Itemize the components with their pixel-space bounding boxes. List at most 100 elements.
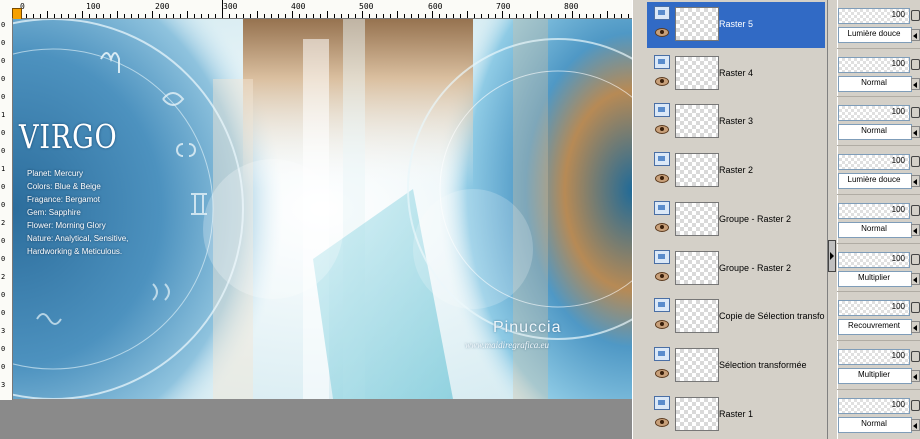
ruler-label: 0 [1, 147, 6, 155]
layer-group-icon[interactable] [654, 152, 670, 167]
lock-icon[interactable] [911, 399, 920, 411]
layer-thumbnail [675, 201, 719, 236]
blend-mode-select[interactable]: Multiplier [838, 367, 912, 384]
eye-icon[interactable] [655, 271, 669, 281]
layer-row[interactable]: Groupe - Raster 2 [637, 195, 827, 243]
lock-icon[interactable] [911, 58, 920, 70]
layer-row[interactable]: Sélection transformée [637, 341, 827, 389]
layer-thumbnail [675, 104, 719, 139]
layer-row[interactable]: Raster 1 [637, 390, 827, 438]
lock-icon[interactable] [911, 10, 920, 21]
blend-arrow-icon[interactable] [911, 126, 920, 139]
layer-row-body[interactable]: Groupe - Raster 2 [647, 197, 825, 243]
layer-group-icon[interactable] [654, 249, 670, 264]
eye-icon[interactable] [655, 76, 669, 86]
blend-mode-select[interactable]: Normal [838, 75, 912, 92]
layer-group-icon[interactable] [654, 54, 670, 69]
layer-row[interactable]: Raster 3 [637, 97, 827, 145]
lock-icon[interactable] [911, 302, 920, 314]
layer-row-body[interactable]: Raster 3 [647, 99, 825, 145]
image-workspace: 0 100 200 300 400 500 600 700 800 00000100100200… [0, 0, 636, 439]
blend-arrow-icon[interactable] [911, 321, 920, 334]
blend-arrow-icon[interactable] [911, 77, 920, 90]
layer-row-body[interactable]: Raster 4 [647, 51, 825, 97]
eye-icon[interactable] [655, 125, 669, 135]
layer-row-body[interactable]: Groupe - Raster 2 [647, 246, 825, 292]
blend-mode-label: Normal [861, 223, 887, 233]
image-canvas[interactable]: VIRGO Planet: Mercury Colors: Blue & Bei… [13, 19, 633, 399]
row-separator [837, 47, 920, 49]
layer-properties: 100 Multiplier [837, 244, 920, 292]
eye-icon[interactable] [655, 174, 669, 184]
blend-mode-select[interactable]: Normal [838, 416, 912, 433]
opacity-field[interactable]: 100 [838, 251, 910, 268]
eye-icon[interactable] [655, 368, 669, 378]
opacity-field[interactable]: 100 [838, 202, 910, 219]
eye-icon[interactable] [655, 417, 669, 427]
eye-icon[interactable] [655, 320, 669, 330]
ruler-tick [271, 14, 272, 18]
opacity-field[interactable]: 100 [838, 348, 910, 365]
layer-row[interactable]: Raster 2 [637, 146, 827, 194]
blend-arrow-icon[interactable] [911, 29, 920, 41]
eye-icon[interactable] [655, 28, 669, 37]
layer-group-icon[interactable] [654, 346, 670, 361]
lock-icon[interactable] [911, 107, 920, 119]
blend-arrow-icon[interactable] [911, 369, 920, 382]
opacity-field[interactable]: 100 [838, 300, 910, 317]
opacity-field[interactable]: 100 [838, 397, 910, 414]
opacity-field[interactable]: 100 [838, 56, 910, 73]
blend-mode-select[interactable]: Multiplier [838, 270, 912, 287]
layer-group-icon[interactable] [654, 298, 670, 313]
layer-group-icon[interactable] [654, 395, 670, 410]
layer-thumbnail [675, 55, 719, 90]
layer-row[interactable]: Raster 4 [637, 49, 827, 97]
blend-arrow-icon[interactable] [911, 418, 920, 431]
layer-row[interactable]: Copie de Sélection transformée [637, 292, 827, 340]
layer-row[interactable]: Raster 5 [637, 0, 827, 48]
lock-icon[interactable] [911, 253, 920, 265]
blend-mode-select[interactable]: Normal [838, 124, 912, 141]
ruler-tick [369, 14, 370, 18]
opacity-field[interactable]: 100 [838, 154, 910, 171]
ruler-label: 300 [223, 2, 238, 11]
ruler-label: 100 [86, 2, 101, 11]
opacity-field[interactable]: 100 [838, 105, 910, 122]
collapse-arrow-icon[interactable] [828, 240, 836, 272]
ruler-tick [222, 0, 223, 18]
layer-row-body[interactable]: Copie de Sélection transformée [647, 294, 825, 340]
blend-mode-select[interactable]: Lumière douce [838, 173, 912, 190]
ruler-label: 0 [1, 345, 6, 353]
info-line: Fragance: Bergamot [27, 195, 100, 204]
ruler-tick [26, 14, 27, 18]
ruler-tick [159, 14, 160, 18]
lock-icon[interactable] [911, 350, 920, 362]
ruler-tick [418, 14, 419, 18]
opacity-field[interactable]: 100 [838, 8, 910, 24]
layer-row[interactable]: Groupe - Raster 2 [637, 244, 827, 292]
horizontal-ruler: 0 100 200 300 400 500 600 700 800 [0, 0, 636, 19]
lock-icon[interactable] [911, 204, 920, 216]
layer-row-body[interactable]: Sélection transformée [647, 343, 825, 389]
layer-group-icon[interactable] [654, 103, 670, 118]
ruler-tick [362, 11, 363, 18]
blend-arrow-icon[interactable] [911, 272, 920, 285]
lock-icon[interactable] [911, 156, 920, 168]
blend-mode-select[interactable]: Normal [838, 221, 912, 238]
row-separator [837, 339, 920, 341]
layer-group-icon[interactable] [654, 6, 670, 20]
layer-group-icon[interactable] [654, 200, 670, 215]
eye-icon[interactable] [655, 222, 669, 232]
blend-arrow-icon[interactable] [911, 223, 920, 236]
layer-row-body[interactable]: Raster 1 [647, 392, 825, 438]
layer-row-body[interactable]: Raster 5 [647, 2, 825, 48]
layer-row-body[interactable]: Raster 2 [647, 148, 825, 194]
blend-mode-select[interactable]: Recouvrement [838, 319, 912, 336]
blend-mode-label: Normal [861, 126, 887, 136]
blend-arrow-icon[interactable] [911, 175, 920, 188]
ruler-label: 0 [1, 255, 6, 263]
ruler-tick [530, 14, 531, 18]
blend-mode-select[interactable]: Lumière douce [838, 27, 912, 43]
ruler-tick [131, 14, 132, 18]
ruler-label: 0 [1, 291, 6, 299]
